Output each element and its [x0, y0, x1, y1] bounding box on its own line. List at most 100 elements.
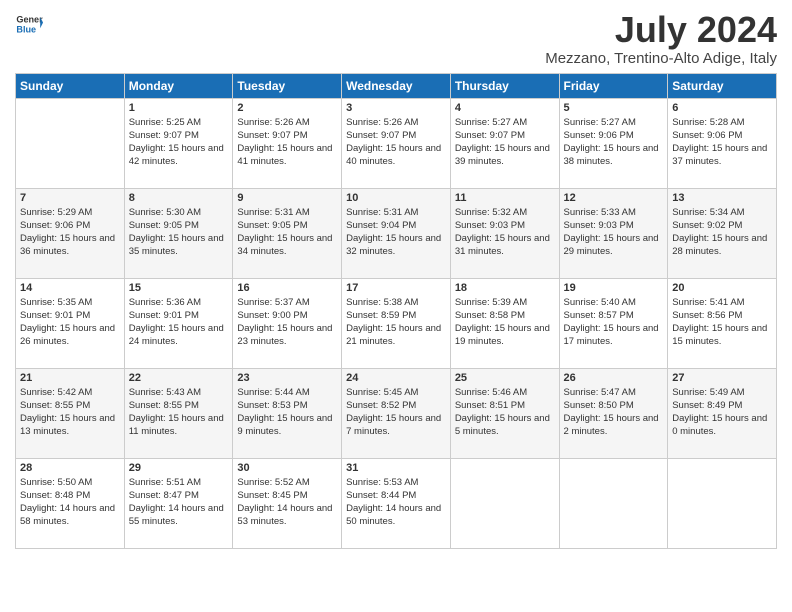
calendar-cell: 3 Sunrise: 5:26 AMSunset: 9:07 PMDaylight… [342, 98, 451, 188]
header-cell-saturday: Saturday [668, 73, 777, 98]
day-number: 9 [237, 192, 337, 204]
day-info: Sunrise: 5:28 AMSunset: 9:06 PMDaylight:… [672, 116, 772, 169]
calendar-cell: 4 Sunrise: 5:27 AMSunset: 9:07 PMDaylight… [450, 98, 559, 188]
calendar-cell: 6Sunrise: 5:28 AMSunset: 9:06 PMDaylight… [668, 98, 777, 188]
day-number: 2 [237, 102, 337, 114]
day-number: 26 [564, 372, 664, 384]
calendar-cell [668, 458, 777, 548]
day-info: Sunrise: 5:51 AMSunset: 8:47 PMDaylight:… [129, 476, 229, 529]
location: Mezzano, Trentino-Alto Adige, Italy [545, 50, 777, 67]
calendar-cell: 7Sunrise: 5:29 AMSunset: 9:06 PMDaylight… [16, 188, 125, 278]
calendar-cell: 9 Sunrise: 5:31 AMSunset: 9:05 PMDaylight… [233, 188, 342, 278]
day-info: Sunrise: 5:41 AMSunset: 8:56 PMDaylight:… [672, 296, 772, 349]
calendar-cell: 8Sunrise: 5:30 AMSunset: 9:05 PMDaylight… [124, 188, 233, 278]
week-row-3: 14Sunrise: 5:35 AMSunset: 9:01 PMDayligh… [16, 278, 777, 368]
day-info: Sunrise: 5:53 AMSunset: 8:44 PMDaylight:… [346, 476, 446, 529]
calendar-cell: 20Sunrise: 5:41 AMSunset: 8:56 PMDayligh… [668, 278, 777, 368]
calendar-cell [16, 98, 125, 188]
calendar-cell: 21 Sunrise: 5:42 AMSunset: 8:55 PMDayligh… [16, 368, 125, 458]
day-info: Sunrise: 5:26 AMSunset: 9:07 PMDaylight:… [346, 116, 446, 169]
day-info: Sunrise: 5:27 AMSunset: 9:06 PMDaylight:… [564, 116, 664, 169]
week-row-1: 1Sunrise: 5:25 AMSunset: 9:07 PMDaylight… [16, 98, 777, 188]
header-cell-sunday: Sunday [16, 73, 125, 98]
day-number: 23 [237, 372, 337, 384]
calendar-cell: 5 Sunrise: 5:27 AMSunset: 9:06 PMDaylight… [559, 98, 668, 188]
day-info: Sunrise: 5:27 AMSunset: 9:07 PMDaylight:… [455, 116, 555, 169]
day-info: Sunrise: 5:31 AMSunset: 9:04 PMDaylight:… [346, 206, 446, 259]
header-cell-thursday: Thursday [450, 73, 559, 98]
month-title: July 2024 [545, 10, 777, 50]
calendar-body: 1Sunrise: 5:25 AMSunset: 9:07 PMDaylight… [16, 98, 777, 548]
calendar-cell: 16 Sunrise: 5:37 AMSunset: 9:00 PMDayligh… [233, 278, 342, 368]
day-info: Sunrise: 5:42 AMSunset: 8:55 PMDaylight:… [20, 386, 120, 439]
calendar-cell: 11Sunrise: 5:32 AMSunset: 9:03 PMDayligh… [450, 188, 559, 278]
day-info: Sunrise: 5:52 AMSunset: 8:45 PMDaylight:… [237, 476, 337, 529]
header-cell-tuesday: Tuesday [233, 73, 342, 98]
day-number: 3 [346, 102, 446, 114]
calendar-cell: 22Sunrise: 5:43 AMSunset: 8:55 PMDayligh… [124, 368, 233, 458]
calendar-cell: 19Sunrise: 5:40 AMSunset: 8:57 PMDayligh… [559, 278, 668, 368]
header-cell-friday: Friday [559, 73, 668, 98]
calendar-cell: 15 Sunrise: 5:36 AMSunset: 9:01 PMDayligh… [124, 278, 233, 368]
day-number: 14 [20, 282, 120, 294]
calendar-cell: 23 Sunrise: 5:44 AMSunset: 8:53 PMDayligh… [233, 368, 342, 458]
calendar-cell: 29 Sunrise: 5:51 AMSunset: 8:47 PMDayligh… [124, 458, 233, 548]
day-number: 30 [237, 462, 337, 474]
day-number: 8 [129, 192, 229, 204]
day-number: 27 [672, 372, 772, 384]
day-number: 21 [20, 372, 120, 384]
calendar-cell: 26 Sunrise: 5:47 AMSunset: 8:50 PMDayligh… [559, 368, 668, 458]
day-info: Sunrise: 5:31 AMSunset: 9:05 PMDaylight:… [237, 206, 337, 259]
day-number: 16 [237, 282, 337, 294]
calendar-cell: 31 Sunrise: 5:53 AMSunset: 8:44 PMDayligh… [342, 458, 451, 548]
calendar-cell [450, 458, 559, 548]
day-info: Sunrise: 5:29 AMSunset: 9:06 PMDaylight:… [20, 206, 120, 259]
page-header: General Blue July 2024 Mezzano, Trentino… [15, 10, 777, 67]
calendar-cell: 1Sunrise: 5:25 AMSunset: 9:07 PMDaylight… [124, 98, 233, 188]
calendar-cell: 13Sunrise: 5:34 AMSunset: 9:02 PMDayligh… [668, 188, 777, 278]
header-row: SundayMondayTuesdayWednesdayThursdayFrid… [16, 73, 777, 98]
calendar-cell: 12 Sunrise: 5:33 AMSunset: 9:03 PMDayligh… [559, 188, 668, 278]
calendar-cell: 27 Sunrise: 5:49 AMSunset: 8:49 PMDayligh… [668, 368, 777, 458]
day-info: Sunrise: 5:45 AMSunset: 8:52 PMDaylight:… [346, 386, 446, 439]
day-info: Sunrise: 5:26 AMSunset: 9:07 PMDaylight:… [237, 116, 337, 169]
day-number: 1 [129, 102, 229, 114]
day-info: Sunrise: 5:49 AMSunset: 8:49 PMDaylight:… [672, 386, 772, 439]
day-number: 5 [564, 102, 664, 114]
title-area: July 2024 Mezzano, Trentino-Alto Adige, … [545, 10, 777, 67]
day-info: Sunrise: 5:43 AMSunset: 8:55 PMDaylight:… [129, 386, 229, 439]
svg-text:General: General [16, 15, 43, 25]
day-info: Sunrise: 5:33 AMSunset: 9:03 PMDaylight:… [564, 206, 664, 259]
day-info: Sunrise: 5:36 AMSunset: 9:01 PMDaylight:… [129, 296, 229, 349]
header-cell-wednesday: Wednesday [342, 73, 451, 98]
day-number: 12 [564, 192, 664, 204]
day-number: 18 [455, 282, 555, 294]
day-number: 15 [129, 282, 229, 294]
day-info: Sunrise: 5:37 AMSunset: 9:00 PMDaylight:… [237, 296, 337, 349]
day-info: Sunrise: 5:40 AMSunset: 8:57 PMDaylight:… [564, 296, 664, 349]
day-number: 10 [346, 192, 446, 204]
day-info: Sunrise: 5:50 AMSunset: 8:48 PMDaylight:… [20, 476, 120, 529]
day-number: 31 [346, 462, 446, 474]
day-info: Sunrise: 5:32 AMSunset: 9:03 PMDaylight:… [455, 206, 555, 259]
day-info: Sunrise: 5:44 AMSunset: 8:53 PMDaylight:… [237, 386, 337, 439]
day-number: 29 [129, 462, 229, 474]
svg-text:Blue: Blue [16, 24, 36, 34]
day-number: 13 [672, 192, 772, 204]
week-row-2: 7Sunrise: 5:29 AMSunset: 9:06 PMDaylight… [16, 188, 777, 278]
calendar-cell: 10 Sunrise: 5:31 AMSunset: 9:04 PMDayligh… [342, 188, 451, 278]
day-number: 24 [346, 372, 446, 384]
week-row-4: 21 Sunrise: 5:42 AMSunset: 8:55 PMDayligh… [16, 368, 777, 458]
calendar-cell: 14Sunrise: 5:35 AMSunset: 9:01 PMDayligh… [16, 278, 125, 368]
calendar-cell: 2 Sunrise: 5:26 AMSunset: 9:07 PMDaylight… [233, 98, 342, 188]
calendar-table: SundayMondayTuesdayWednesdayThursdayFrid… [15, 73, 777, 549]
calendar-cell: 30 Sunrise: 5:52 AMSunset: 8:45 PMDayligh… [233, 458, 342, 548]
day-info: Sunrise: 5:47 AMSunset: 8:50 PMDaylight:… [564, 386, 664, 439]
logo: General Blue [15, 10, 43, 38]
day-info: Sunrise: 5:38 AMSunset: 8:59 PMDaylight:… [346, 296, 446, 349]
day-number: 17 [346, 282, 446, 294]
calendar-cell: 18Sunrise: 5:39 AMSunset: 8:58 PMDayligh… [450, 278, 559, 368]
day-number: 4 [455, 102, 555, 114]
calendar-cell: 25Sunrise: 5:46 AMSunset: 8:51 PMDayligh… [450, 368, 559, 458]
day-info: Sunrise: 5:46 AMSunset: 8:51 PMDaylight:… [455, 386, 555, 439]
